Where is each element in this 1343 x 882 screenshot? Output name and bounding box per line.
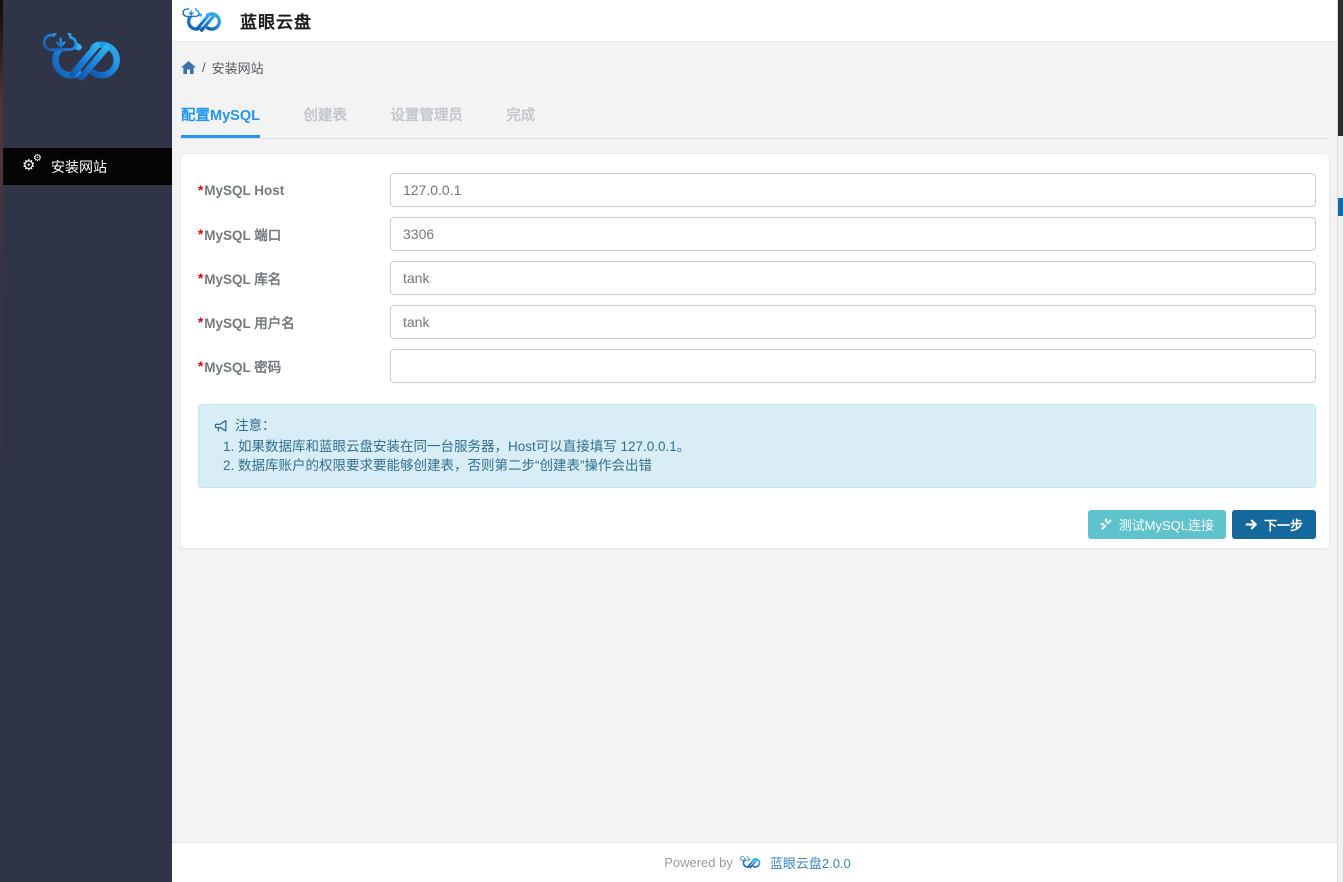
action-buttons: 测试MySQL连接 下一步 bbox=[198, 510, 1316, 539]
form-row-mysql-port: * MySQL 端口 bbox=[198, 217, 1316, 251]
mysql-host-input[interactable] bbox=[390, 173, 1316, 207]
header: 蓝眼云盘 bbox=[172, 0, 1343, 42]
app-title: 蓝眼云盘 bbox=[240, 8, 312, 33]
tab-set-admin[interactable]: 设置管理员 bbox=[390, 98, 463, 138]
main-area: 蓝眼云盘 / 安装网站 配置MySQL 创建表 设置管理员 完成 * bbox=[172, 0, 1343, 882]
required-marker: * bbox=[198, 227, 203, 242]
test-mysql-connection-button[interactable]: 测试MySQL连接 bbox=[1088, 510, 1226, 539]
field-label: * MySQL 端口 bbox=[198, 217, 390, 251]
notice-item: 如果数据库和蓝眼云盘安装在同一台服务器，Host可以直接填写 127.0.0.1… bbox=[238, 437, 1300, 456]
powered-by-text: Powered by bbox=[664, 855, 733, 870]
sidebar-menu: ⚙⚙ 安装网站 bbox=[0, 148, 172, 185]
mysql-username-input[interactable] bbox=[390, 305, 1316, 339]
next-step-button[interactable]: 下一步 bbox=[1232, 510, 1316, 539]
form-row-mysql-password: * MySQL 密码 bbox=[198, 349, 1316, 383]
required-marker: * bbox=[198, 271, 203, 286]
sidebar: ⚙⚙ 安装网站 bbox=[0, 0, 172, 882]
notice-title: 注意： bbox=[214, 416, 1300, 435]
scrollbar-marker bbox=[1338, 198, 1343, 216]
tab-create-tables[interactable]: 创建表 bbox=[303, 98, 347, 138]
sidebar-logo[interactable] bbox=[0, 0, 172, 92]
bullhorn-icon bbox=[214, 419, 229, 433]
mysql-database-input[interactable] bbox=[390, 261, 1316, 295]
field-label: * MySQL 用户名 bbox=[198, 305, 390, 339]
wizard-tabs: 配置MySQL 创建表 设置管理员 完成 bbox=[180, 98, 1330, 139]
version-link[interactable]: 蓝眼云盘2.0.0 bbox=[770, 853, 851, 872]
arrow-right-icon bbox=[1245, 518, 1258, 531]
field-label: * MySQL Host bbox=[198, 173, 390, 207]
mysql-config-card: * MySQL Host * MySQL 端口 * MySQL 库名 bbox=[180, 153, 1330, 549]
page: ⚙⚙ 安装网站 蓝眼云盘 / 安装网站 配置MySQL 创建表 设置管理员 bbox=[0, 0, 1343, 882]
form-row-mysql-username: * MySQL 用户名 bbox=[198, 305, 1316, 339]
content: / 安装网站 配置MySQL 创建表 设置管理员 完成 * MySQL Host bbox=[172, 42, 1343, 842]
infinity-cloud-logo-icon bbox=[739, 856, 764, 870]
required-marker: * bbox=[198, 315, 203, 330]
notice-box: 注意： 如果数据库和蓝眼云盘安装在同一台服务器，Host可以直接填写 127.0… bbox=[198, 404, 1316, 488]
footer: Powered by 蓝眼云盘2.0.0 bbox=[172, 842, 1343, 882]
form-row-mysql-host: * MySQL Host bbox=[198, 173, 1316, 207]
sidebar-edge-decoration bbox=[0, 0, 3, 882]
sidebar-item-install-site[interactable]: ⚙⚙ 安装网站 bbox=[0, 148, 172, 185]
infinity-cloud-logo-icon[interactable] bbox=[180, 8, 228, 35]
home-icon[interactable] bbox=[181, 61, 196, 74]
mysql-password-input[interactable] bbox=[390, 349, 1316, 383]
notice-list: 如果数据库和蓝眼云盘安装在同一台服务器，Host可以直接填写 127.0.0.1… bbox=[214, 437, 1300, 475]
required-marker: * bbox=[198, 359, 203, 374]
breadcrumb-current: 安装网站 bbox=[212, 58, 264, 77]
breadcrumb-separator: / bbox=[202, 60, 206, 75]
mysql-port-input[interactable] bbox=[390, 217, 1316, 251]
tab-configure-mysql[interactable]: 配置MySQL bbox=[181, 98, 260, 138]
tab-finish[interactable]: 完成 bbox=[506, 98, 535, 138]
notice-item: 数据库账户的权限要求要能够创建表，否则第二步“创建表”操作会出错 bbox=[238, 456, 1300, 475]
sidebar-item-label: 安装网站 bbox=[51, 157, 107, 177]
field-label: * MySQL 密码 bbox=[198, 349, 390, 383]
unlink-icon bbox=[1100, 518, 1113, 531]
breadcrumb: / 安装网站 bbox=[180, 42, 1330, 77]
required-marker: * bbox=[198, 183, 203, 198]
vertical-scrollbar[interactable] bbox=[1337, 0, 1343, 882]
infinity-cloud-logo-icon bbox=[38, 33, 134, 87]
cogs-icon: ⚙⚙ bbox=[22, 158, 44, 176]
form-row-mysql-database: * MySQL 库名 bbox=[198, 261, 1316, 295]
scrollbar-thumb[interactable] bbox=[1338, 0, 1343, 136]
field-label: * MySQL 库名 bbox=[198, 261, 390, 295]
